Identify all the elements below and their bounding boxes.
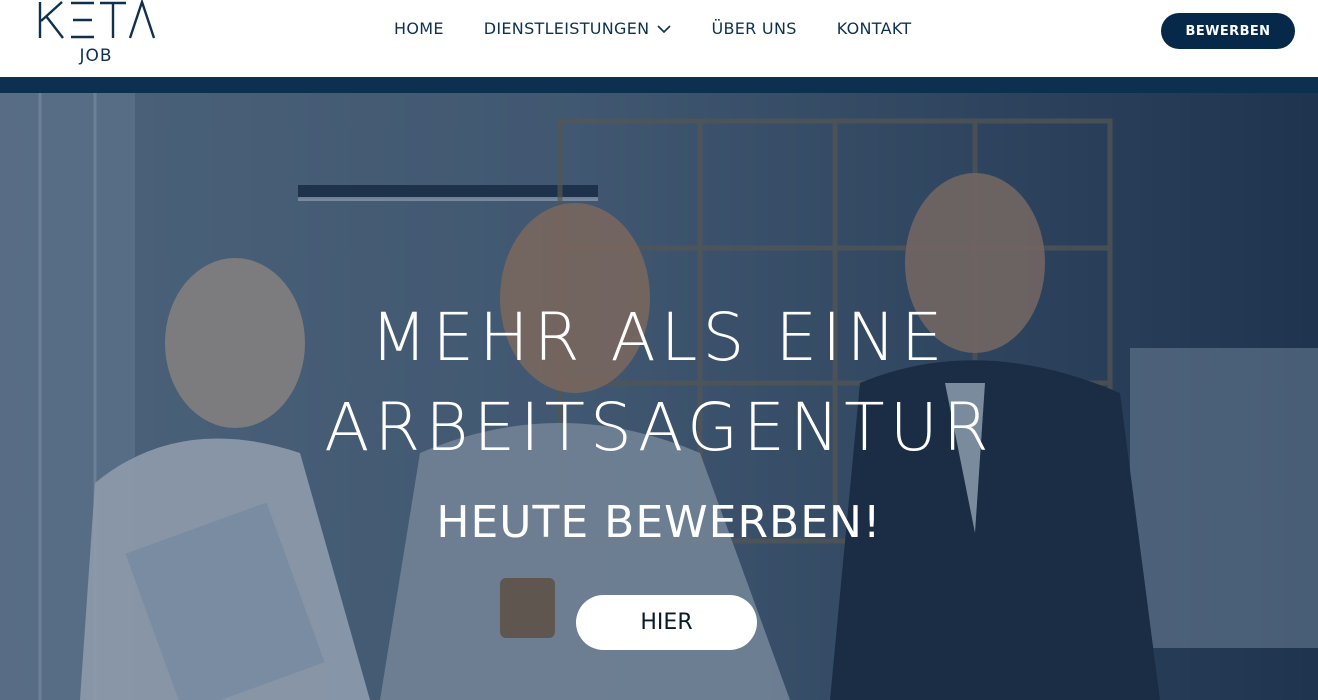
- nav-home[interactable]: HOME: [394, 18, 444, 40]
- chevron-down-icon: [657, 25, 672, 34]
- hero-title-line-1: MEHR ALS EINE: [370, 299, 948, 376]
- apply-button[interactable]: BEWERBEN: [1161, 13, 1295, 49]
- main-nav: HOME DIENSTLEISTUNGEN ÜBER UNS KONTAKT: [394, 17, 911, 41]
- nav-ueber-uns[interactable]: ÜBER UNS: [711, 18, 796, 40]
- nav-dienstleistungen-label: DIENSTLEISTUNGEN: [483, 19, 650, 38]
- hero-cta-button[interactable]: HIER: [576, 595, 757, 650]
- logo-wordmark-icon: [38, 0, 156, 39]
- hero-section: MEHR ALS EINE ARBEITSAGENTUR HEUTE BEWER…: [0, 93, 1318, 700]
- hero-title-line-2: ARBEITSAGENTUR: [324, 389, 994, 466]
- hero-title: MEHR ALS EINE ARBEITSAGENTUR: [0, 293, 1318, 473]
- hero-subtitle: HEUTE BEWERBEN!: [436, 497, 882, 548]
- logo-subtitle: JOB: [79, 46, 113, 66]
- nav-dienstleistungen[interactable]: DIENSTLEISTUNGEN: [484, 18, 672, 40]
- header-divider: [0, 77, 1318, 93]
- nav-kontakt[interactable]: KONTAKT: [837, 18, 912, 40]
- nav-home-label: HOME: [394, 19, 444, 38]
- nav-kontakt-label: KONTAKT: [836, 19, 912, 38]
- site-header: JOB HOME DIENSTLEISTUNGEN ÜBER UNS KONTA…: [0, 0, 1318, 77]
- nav-ueber-uns-label: ÜBER UNS: [711, 19, 797, 38]
